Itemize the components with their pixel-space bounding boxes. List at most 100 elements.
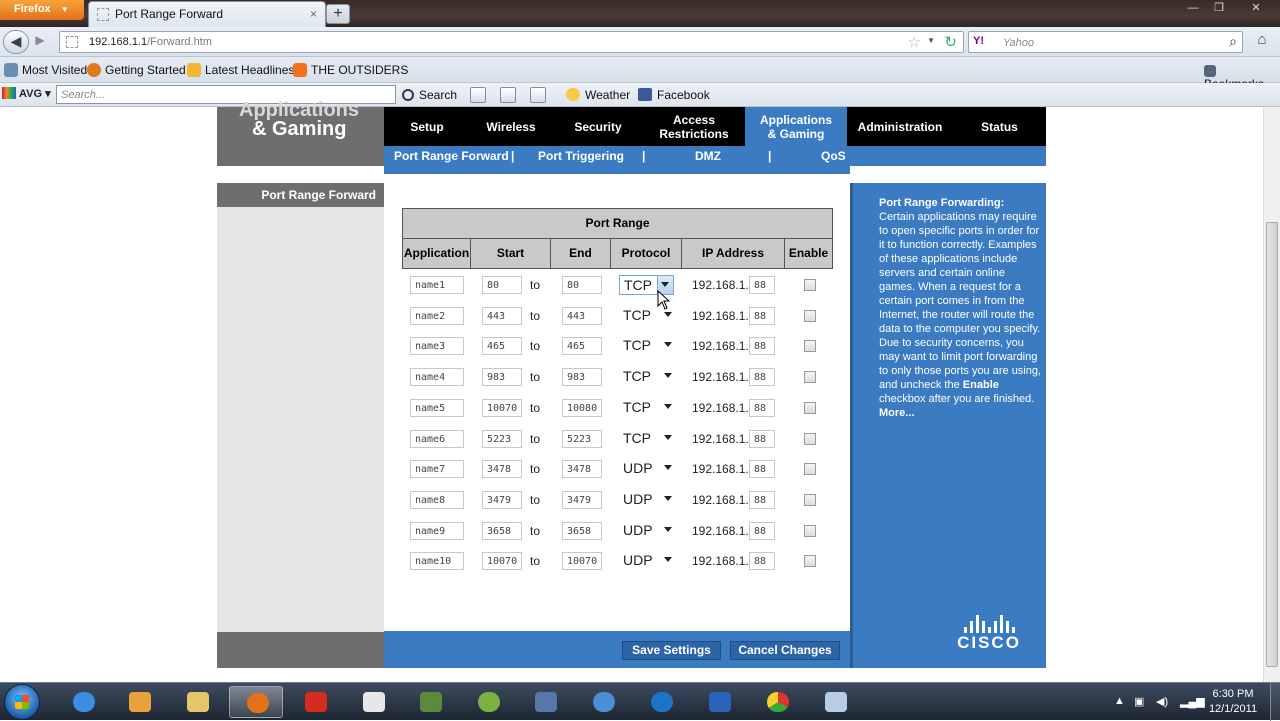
end-port-input[interactable]: 443 (562, 307, 602, 325)
start-port-input[interactable]: 443 (482, 307, 522, 325)
application-name-input[interactable]: name3 (410, 337, 464, 355)
tray-device-icon[interactable]: ▣ (1134, 695, 1144, 708)
bookmark-latest-headlines[interactable]: Latest Headlines (187, 63, 294, 77)
tab-port-range-forward[interactable]: Port Range Forward × (88, 1, 326, 27)
ip-last-octet-input[interactable]: 88 (749, 430, 775, 448)
end-port-input[interactable]: 465 (562, 337, 602, 355)
task-safari[interactable] (576, 686, 630, 718)
ip-last-octet-input[interactable]: 88 (749, 337, 775, 355)
ip-last-octet-input[interactable]: 88 (749, 307, 775, 325)
subnav-qos[interactable]: QoS (821, 149, 846, 163)
avg-logo[interactable]: AVG ▾ (2, 87, 51, 100)
protocol-select[interactable]: TCP (619, 398, 674, 418)
show-desktop-button[interactable] (1270, 683, 1280, 721)
forward-button[interactable]: ▶ (30, 33, 50, 51)
nav-access-restrictions[interactable]: Access Restrictions (644, 107, 744, 146)
minimize-icon[interactable]: — (1184, 2, 1202, 16)
end-port-input[interactable]: 10080 (562, 399, 602, 417)
task-explorer[interactable] (170, 686, 224, 718)
end-port-input[interactable]: 5223 (562, 430, 602, 448)
reload-icon[interactable]: ↻ (944, 33, 957, 51)
end-port-input[interactable]: 10070 (562, 552, 602, 570)
task-chrome-app[interactable] (750, 686, 804, 718)
nav-wireless[interactable]: Wireless (470, 107, 552, 146)
enable-checkbox[interactable] (804, 310, 816, 322)
application-name-input[interactable]: name8 (410, 491, 464, 509)
application-name-input[interactable]: name9 (410, 522, 464, 540)
toolbar-notes-icon[interactable] (500, 87, 516, 103)
start-port-input[interactable]: 5223 (482, 430, 522, 448)
end-port-input[interactable]: 80 (562, 276, 602, 294)
nav-setup[interactable]: Setup (384, 107, 470, 146)
start-port-input[interactable]: 3658 (482, 522, 522, 540)
enable-checkbox[interactable] (804, 555, 816, 567)
ip-last-octet-input[interactable]: 88 (749, 491, 775, 509)
task-window-app[interactable] (808, 686, 862, 718)
volume-icon[interactable]: ◀) (1156, 695, 1168, 708)
end-port-input[interactable]: 3658 (562, 522, 602, 540)
end-port-input[interactable]: 3479 (562, 491, 602, 509)
subnav-port-range-forward[interactable]: Port Range Forward (394, 149, 509, 163)
ip-last-octet-input[interactable]: 88 (749, 276, 775, 294)
subnav-port-triggering[interactable]: Port Triggering (538, 149, 624, 163)
start-port-input[interactable]: 10070 (482, 552, 522, 570)
task-spotify[interactable] (461, 686, 515, 718)
task-firefox[interactable] (229, 686, 283, 718)
enable-checkbox[interactable] (804, 525, 816, 537)
address-bar[interactable]: 192.168.1.1/Forward.htm ☆ ▼ ↻ (59, 31, 964, 53)
start-port-input[interactable]: 3478 (482, 460, 522, 478)
application-name-input[interactable]: name2 (410, 307, 464, 325)
scrollbar-thumb[interactable] (1266, 222, 1278, 667)
protocol-select[interactable]: TCP (619, 336, 674, 356)
task-media-player[interactable] (112, 686, 166, 718)
task-lightning-app[interactable] (634, 686, 688, 718)
enable-checkbox[interactable] (804, 340, 816, 352)
close-window-icon[interactable]: ✕ (1247, 2, 1265, 16)
ip-last-octet-input[interactable]: 88 (749, 460, 775, 478)
task-app-y[interactable] (346, 686, 400, 718)
ip-last-octet-input[interactable]: 88 (749, 522, 775, 540)
bookmark-star-icon[interactable]: ☆ (908, 33, 921, 51)
bookmark-the-outsiders[interactable]: THE OUTSIDERS (293, 63, 408, 77)
protocol-select[interactable]: UDP (619, 459, 674, 479)
start-port-input[interactable]: 80 (482, 276, 522, 294)
start-port-input[interactable]: 465 (482, 337, 522, 355)
close-tab-icon[interactable]: × (310, 7, 317, 21)
task-ferrari-app[interactable] (288, 686, 342, 718)
enable-checkbox[interactable] (804, 402, 816, 414)
tray-expand-icon[interactable]: ▲ (1114, 695, 1125, 707)
end-port-input[interactable]: 3478 (562, 460, 602, 478)
nav-security[interactable]: Security (552, 107, 644, 146)
task-car-app[interactable] (518, 686, 572, 718)
home-icon[interactable]: ⌂ (1249, 31, 1275, 53)
vertical-scrollbar[interactable] (1263, 107, 1280, 682)
enable-checkbox[interactable] (804, 494, 816, 506)
enable-checkbox[interactable] (804, 371, 816, 383)
enable-checkbox[interactable] (804, 433, 816, 445)
application-name-input[interactable]: name10 (410, 552, 464, 570)
protocol-select[interactable]: UDP (619, 551, 674, 571)
weather-button[interactable]: Weather (566, 88, 630, 102)
site-identity-icon[interactable] (66, 36, 78, 48)
ip-last-octet-input[interactable]: 88 (749, 399, 775, 417)
end-port-input[interactable]: 983 (562, 368, 602, 386)
bookmark-getting-started[interactable]: Getting Started (87, 63, 186, 77)
task-internet-explorer[interactable] (56, 686, 110, 718)
start-port-input[interactable]: 3479 (482, 491, 522, 509)
save-settings-button[interactable]: Save Settings (622, 641, 721, 660)
avg-search-button[interactable]: Search (402, 88, 457, 102)
task-minecraft[interactable] (403, 686, 457, 718)
more-link[interactable]: More... (879, 406, 1043, 420)
facebook-button[interactable]: Facebook (638, 88, 710, 102)
search-box[interactable]: Y! Yahoo ⌕ (968, 31, 1243, 53)
new-tab-button[interactable]: + (326, 4, 350, 24)
application-name-input[interactable]: name6 (410, 430, 464, 448)
application-name-input[interactable]: name1 (410, 276, 464, 294)
firefox-menu-button[interactable]: Firefox ▼ (0, 0, 84, 20)
enable-checkbox[interactable] (804, 279, 816, 291)
yahoo-engine-icon[interactable]: Y! (973, 35, 984, 47)
toolbar-browse-icon[interactable] (530, 87, 546, 103)
maximize-icon[interactable]: ❐ (1210, 2, 1228, 16)
nav-applications-gaming[interactable]: Applications & Gaming (745, 107, 847, 146)
nav-status[interactable]: Status (953, 107, 1046, 146)
